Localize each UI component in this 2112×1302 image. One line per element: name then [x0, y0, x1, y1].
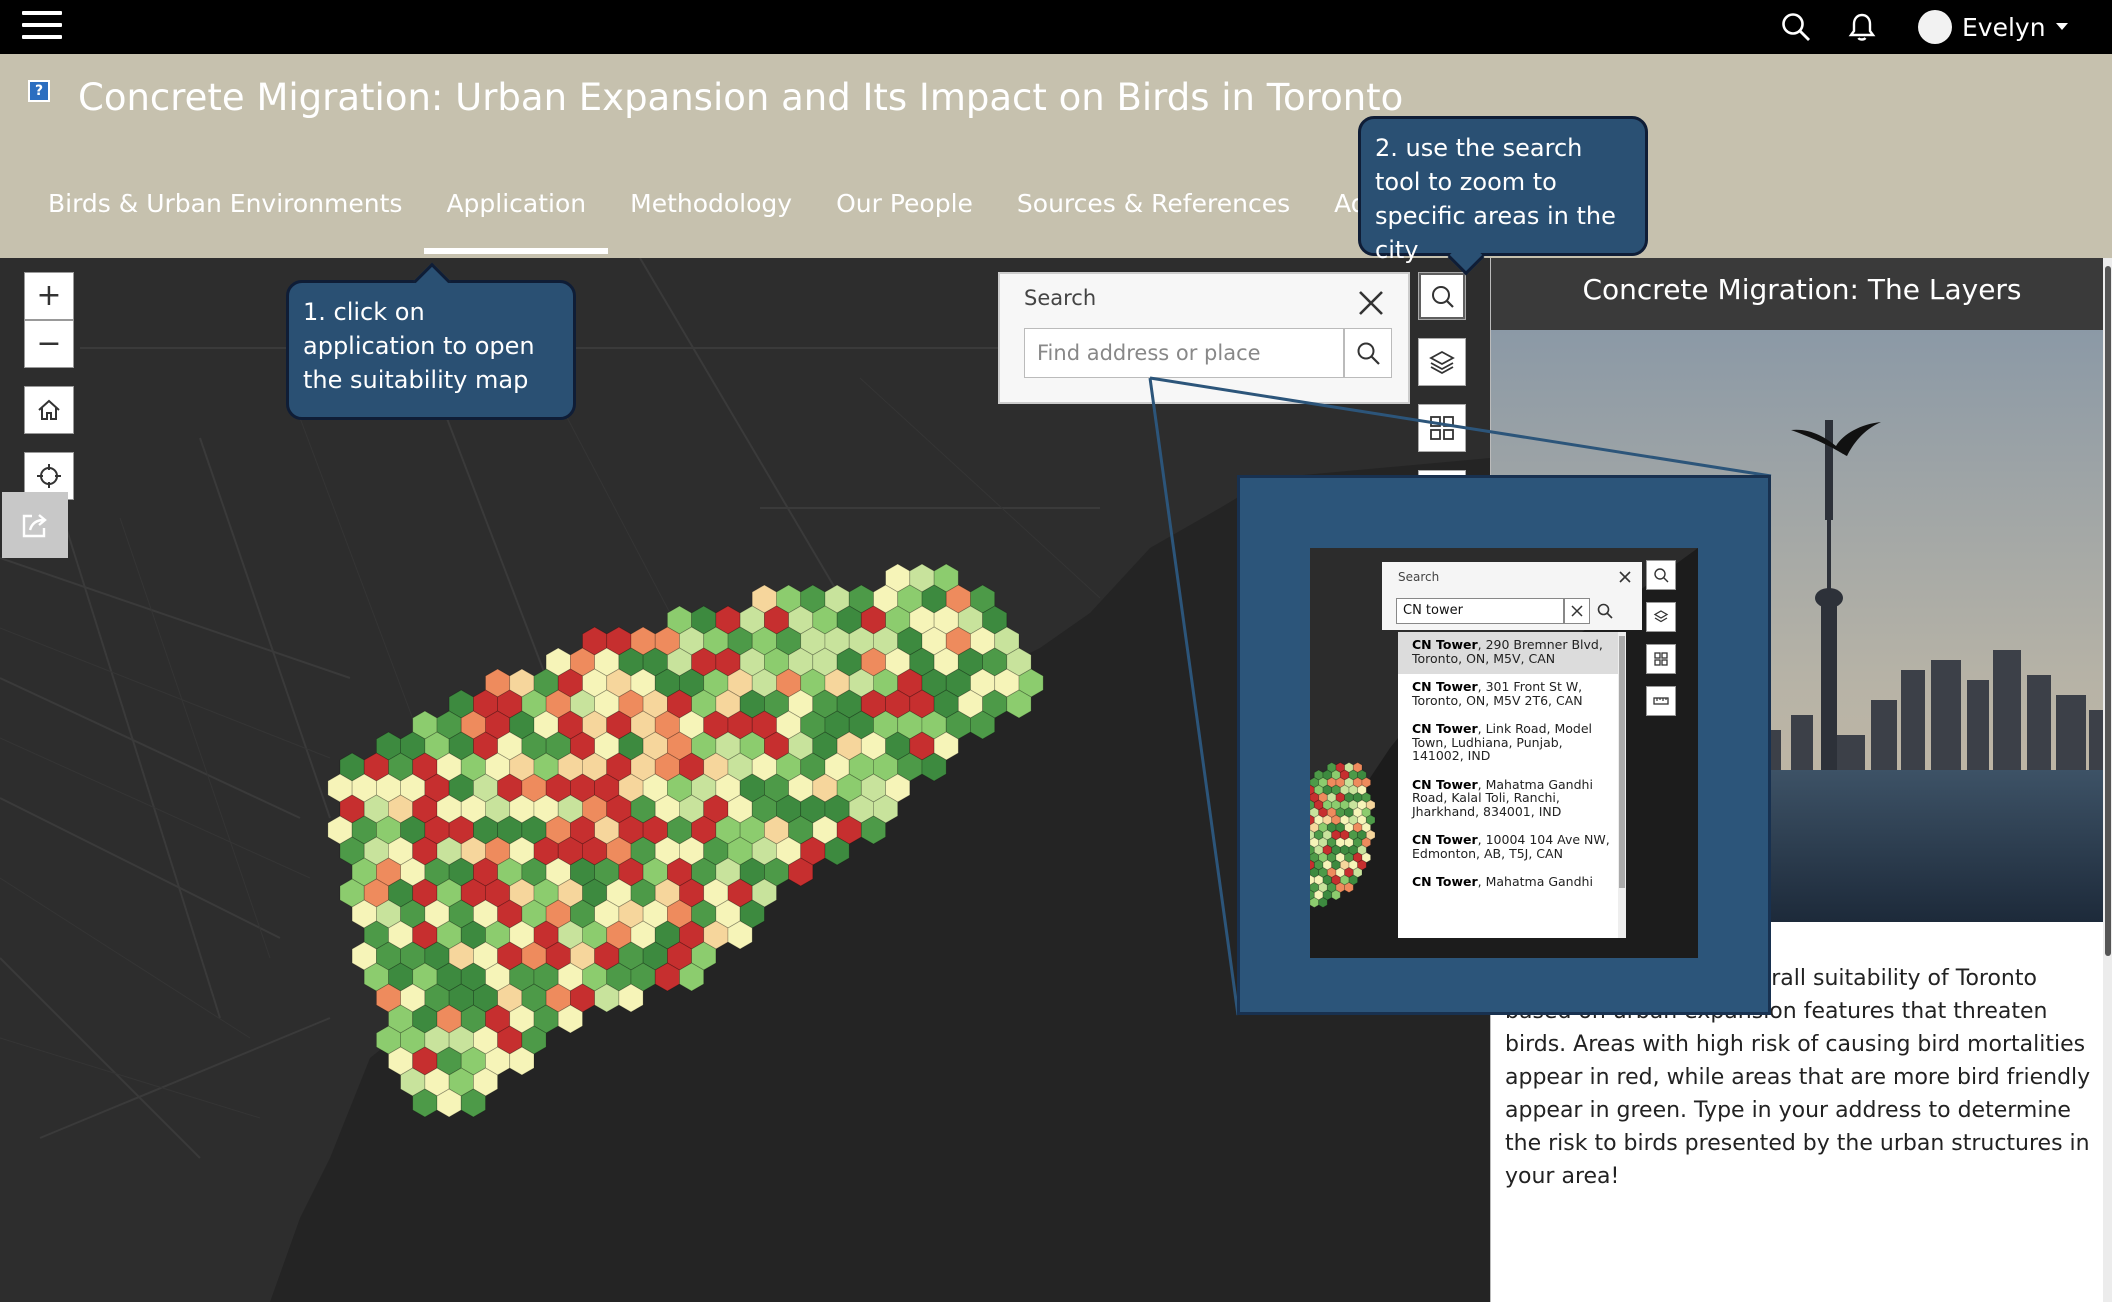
list-item: CN Tower, Mahatma Gandhi Road, Kalal Tol…: [1412, 776, 1593, 819]
caret-down-icon: [2055, 23, 2068, 30]
home-button[interactable]: [24, 386, 74, 434]
callout-step-2-text: 2. use the search tool to zoom to specif…: [1375, 134, 1616, 264]
user-menu[interactable]: Evelyn: [1918, 10, 2068, 44]
search-icon: [1432, 286, 1454, 308]
inset-layers-tool: [1646, 602, 1676, 632]
page-title: Concrete Migration: Urban Expansion and …: [78, 76, 1404, 119]
share-icon: [22, 514, 47, 538]
basemap-gallery-icon: [1430, 416, 1454, 440]
inset-results-scrollbar: [1618, 632, 1626, 938]
panel-scrollbar[interactable]: [2103, 258, 2112, 1302]
list-item: CN Tower, Link Road, Model Town, Ludhian…: [1412, 721, 1593, 763]
zoom-in-button[interactable]: +: [24, 272, 74, 320]
inset-search-title: Search: [1398, 570, 1440, 584]
layers-icon: [1429, 350, 1455, 375]
user-name: Evelyn: [1962, 12, 2046, 42]
callout-step-2: 2. use the search tool to zoom to specif…: [1358, 116, 1648, 276]
inset-search-widget: Search CN tower: [1382, 562, 1642, 630]
hamburger-menu-icon[interactable]: [22, 11, 62, 43]
inset-basemap-tool: [1646, 644, 1676, 674]
hex-cell: [1310, 897, 1320, 908]
list-item: CN Tower, 290 Bremner Blvd, Toronto, ON,…: [1398, 632, 1626, 674]
panel-title: Concrete Migration: The Layers: [1491, 258, 2112, 330]
tab-methodology[interactable]: Methodology: [608, 176, 814, 232]
tab-birds-urban-environments[interactable]: Birds & Urban Environments: [26, 176, 424, 232]
search-icon[interactable]: [1780, 11, 1812, 43]
hex-cell: [1344, 882, 1354, 893]
bell-icon[interactable]: [1846, 11, 1878, 43]
share-button[interactable]: [2, 492, 68, 558]
tab-sources-references[interactable]: Sources & References: [995, 176, 1312, 232]
story-header: ? Concrete Migration: Urban Expansion an…: [0, 54, 2112, 258]
search-example-inset: Search CN tower CN Tower, 290 Bremner Bl…: [1237, 475, 1771, 1015]
search-icon: [1654, 568, 1669, 583]
zoom-out-button[interactable]: −: [24, 320, 74, 368]
story-tabs: Birds & Urban Environments Application Met…: [26, 176, 1406, 258]
callout-step-1: 1. click on application to open the suit…: [286, 262, 576, 420]
inset-search-results: CN Tower, 290 Bremner Blvd, Toronto, ON,…: [1398, 632, 1626, 938]
tab-our-people[interactable]: Our People: [814, 176, 995, 232]
close-icon[interactable]: [1356, 288, 1386, 318]
top-navigation-bar: Evelyn: [0, 0, 2112, 54]
inset-measure-tool: [1646, 686, 1676, 716]
clear-icon: [1571, 605, 1583, 617]
search-submit-button[interactable]: [1344, 328, 1392, 378]
callout-step-1-text: 1. click on application to open the suit…: [303, 298, 535, 394]
search-input[interactable]: [1024, 328, 1344, 378]
inset-search-input: CN tower: [1396, 598, 1564, 624]
search-icon: [1597, 603, 1613, 619]
home-icon: [38, 399, 60, 420]
search-tool-button[interactable]: [1418, 272, 1466, 320]
search-icon: [1357, 342, 1380, 365]
search-widget: Search: [998, 272, 1410, 404]
tab-application[interactable]: Application: [424, 176, 608, 254]
inset-screenshot: Search CN tower CN Tower, 290 Bremner Bl…: [1310, 548, 1698, 958]
help-icon[interactable]: ?: [28, 80, 50, 102]
inset-clear-button: [1564, 598, 1590, 624]
user-avatar: [1918, 10, 1952, 44]
measure-icon: [1653, 697, 1669, 705]
inset-search-tool: [1646, 560, 1676, 590]
list-item: CN Tower, 10004 104 Ave NW, Edmonton, AB…: [1412, 832, 1610, 861]
list-item: CN Tower, 301 Front St W, Toronto, ON, M…: [1412, 679, 1583, 708]
basemap-gallery-button[interactable]: [1418, 404, 1466, 452]
search-widget-title: Search: [1024, 286, 1097, 310]
hex-cell: [1331, 889, 1341, 901]
close-icon: [1619, 571, 1631, 583]
list-item: CN Tower, Mahatma Gandhi: [1412, 874, 1593, 889]
layers-tool-button[interactable]: [1418, 338, 1466, 386]
basemap-gallery-icon: [1654, 652, 1668, 666]
locate-icon: [37, 464, 61, 488]
layers-icon: [1653, 610, 1669, 623]
hex-cell: [1318, 897, 1328, 908]
